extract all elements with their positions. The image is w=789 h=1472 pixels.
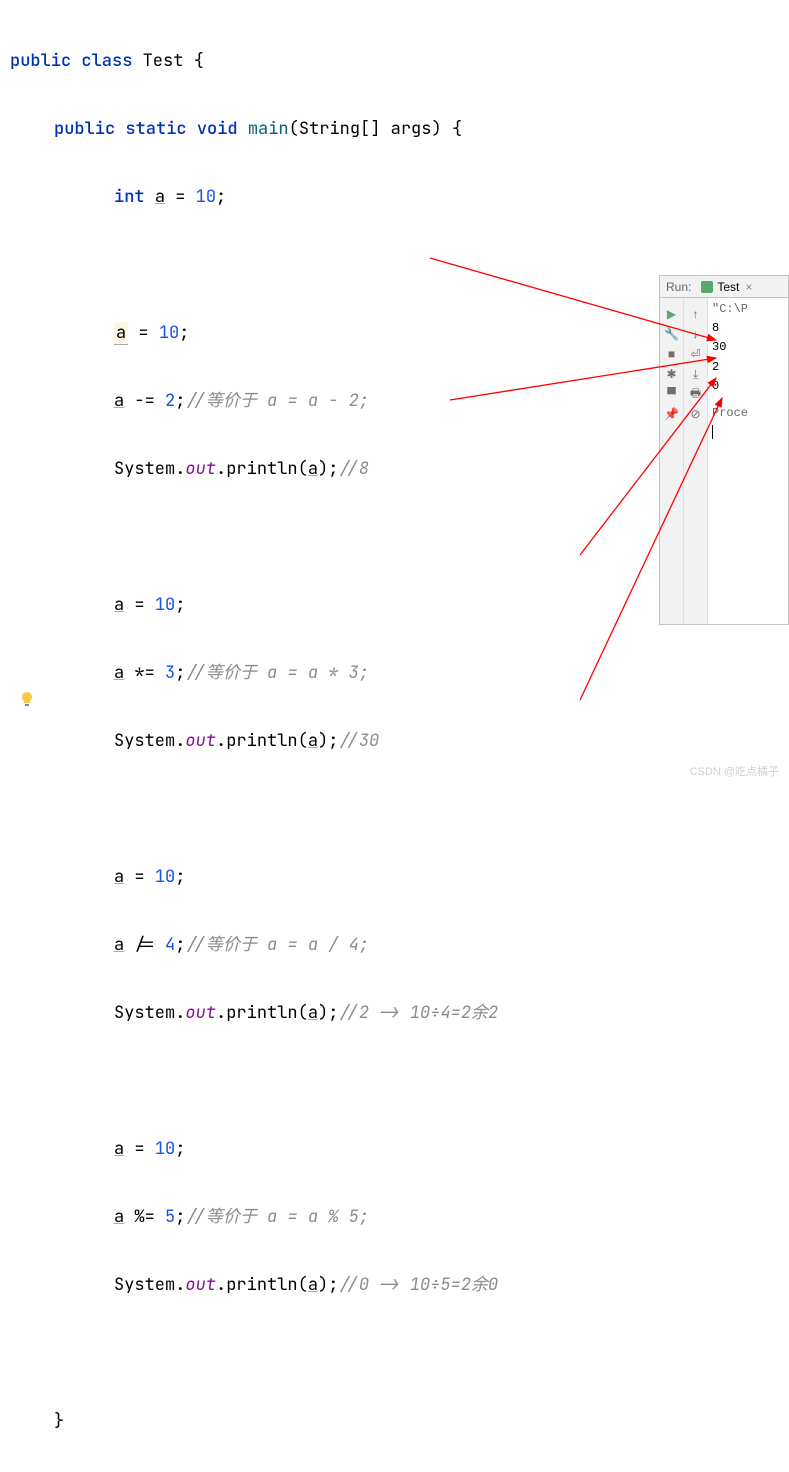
number: 5 [165, 1206, 175, 1228]
arg-args: args [391, 118, 432, 140]
out-field: out [185, 1274, 216, 1296]
var-a: a [114, 866, 124, 888]
number: 3 [165, 662, 175, 684]
var-a: a [114, 390, 124, 412]
println-call: println [226, 458, 297, 480]
close-icon[interactable]: × [745, 280, 752, 294]
run-tab-name: Test [717, 280, 739, 294]
out-field: out [185, 1002, 216, 1024]
up-icon[interactable]: ↑ [688, 306, 704, 322]
var-a: a [114, 934, 124, 956]
number: 10 [155, 1138, 175, 1160]
console-output[interactable]: "C:\P 8 30 2 0 Proce [708, 298, 788, 624]
comment: //等价于 a = a / 4; [185, 934, 369, 956]
comment: //2 -> 10÷4=2余2 [338, 1002, 498, 1024]
down-icon[interactable]: ↓ [688, 326, 704, 342]
code-editor[interactable]: public class Test { public static void m… [0, 0, 789, 1472]
var-a: a [114, 594, 124, 616]
comment: //30 [338, 730, 379, 752]
run-panel: Run: Test × ▶ 🔧 ■ ✱ ▀ 📌 ↑ ↓ ⏎ ⤓ 🖶 ⊘ "C:\… [659, 275, 789, 625]
lightbulb-icon[interactable] [20, 690, 34, 712]
bug-icon[interactable]: ✱ [664, 366, 680, 382]
system-ref: System. [114, 458, 185, 480]
comment: //8 [338, 458, 369, 480]
keyword-public: public [54, 118, 115, 140]
var-a: a [308, 458, 318, 480]
println-call: println [226, 1002, 297, 1024]
number: 10 [196, 186, 216, 208]
brace: { [183, 50, 203, 72]
layout-icon[interactable]: ▀ [664, 386, 680, 402]
output-path: "C:\P [712, 300, 784, 319]
close-brace: } [54, 1410, 64, 1432]
wrench-icon[interactable]: 🔧 [664, 326, 680, 342]
run-toolbar-left: ▶ 🔧 ■ ✱ ▀ 📌 [660, 298, 684, 624]
run-label: Run: [666, 280, 691, 294]
method-main: main [248, 118, 289, 140]
softwrap-icon[interactable]: ⏎ [688, 346, 704, 362]
println-call: println [226, 1274, 297, 1296]
var-a: a [114, 1138, 124, 1160]
println-call: println [226, 730, 297, 752]
keyword-int: int [114, 186, 145, 208]
print-icon[interactable]: 🖶 [688, 386, 704, 402]
comment: //0 -> 10÷5=2余0 [338, 1274, 498, 1296]
system-ref: System. [114, 1002, 185, 1024]
run-toolbar-right: ↑ ↓ ⏎ ⤓ 🖶 ⊘ [684, 298, 708, 624]
run-panel-header: Run: Test × [660, 276, 788, 298]
comment: //等价于 a = a * 3; [185, 662, 369, 684]
rerun-icon[interactable]: ▶ [664, 306, 680, 322]
run-config-icon [701, 281, 713, 293]
number: 10 [155, 866, 175, 888]
number: 10 [155, 594, 175, 616]
var-a: a [308, 730, 318, 752]
comment: //等价于 a = a % 5; [185, 1206, 369, 1228]
class-name: Test [143, 50, 184, 72]
keyword-void: void [197, 118, 238, 140]
watermark: CSDN @吃点橘子 [690, 763, 779, 779]
var-a: a [308, 1274, 318, 1296]
out-field: out [185, 458, 216, 480]
number: 2 [165, 390, 175, 412]
keyword-static: static [125, 118, 186, 140]
out-field: out [185, 730, 216, 752]
keyword-class: class [81, 50, 132, 72]
scroll-icon[interactable]: ⤓ [688, 366, 704, 382]
system-ref: System. [114, 730, 185, 752]
output-line: 8 [712, 319, 784, 338]
output-line: 30 [712, 338, 784, 357]
output-line: 2 [712, 358, 784, 377]
output-process: Proce [712, 404, 784, 423]
var-a-highlighted: a [114, 322, 128, 345]
var-a: a [114, 662, 124, 684]
output-line: 0 [712, 377, 784, 396]
clear-icon[interactable]: ⊘ [688, 406, 704, 422]
stop-icon[interactable]: ■ [664, 346, 680, 362]
number: 4 [165, 934, 175, 956]
var-a: a [155, 186, 165, 208]
number: 10 [159, 322, 179, 344]
pin-icon[interactable]: 📌 [664, 406, 680, 422]
type-string: String [299, 118, 360, 140]
var-a: a [114, 1206, 124, 1228]
keyword-public: public [10, 50, 71, 72]
comment: //等价于 a = a - 2; [185, 390, 369, 412]
system-ref: System. [114, 1274, 185, 1296]
cursor-caret [712, 425, 713, 439]
var-a: a [308, 1002, 318, 1024]
run-tab[interactable]: Test × [701, 280, 752, 294]
